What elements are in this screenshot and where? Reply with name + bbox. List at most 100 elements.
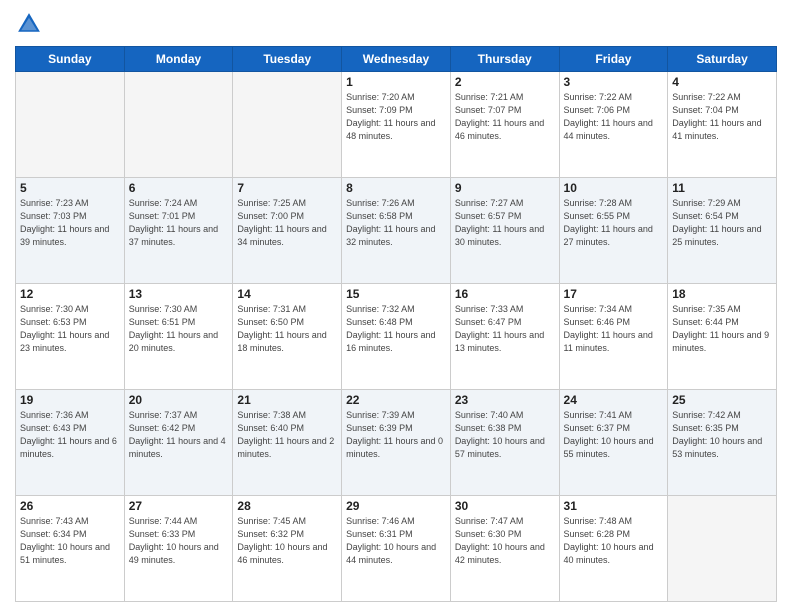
day-info: Sunrise: 7:31 AM Sunset: 6:50 PM Dayligh… <box>237 303 337 355</box>
calendar-header-saturday: Saturday <box>668 47 777 72</box>
calendar-cell: 12 Sunrise: 7:30 AM Sunset: 6:53 PM Dayli… <box>16 284 125 390</box>
page: SundayMondayTuesdayWednesdayThursdayFrid… <box>0 0 792 612</box>
day-number: 25 <box>672 393 772 407</box>
day-number: 8 <box>346 181 446 195</box>
day-info: Sunrise: 7:30 AM Sunset: 6:51 PM Dayligh… <box>129 303 229 355</box>
calendar-cell: 16 Sunrise: 7:33 AM Sunset: 6:47 PM Dayli… <box>450 284 559 390</box>
calendar-cell: 3 Sunrise: 7:22 AM Sunset: 7:06 PM Daylig… <box>559 72 668 178</box>
day-number: 19 <box>20 393 120 407</box>
calendar-cell <box>124 72 233 178</box>
day-number: 5 <box>20 181 120 195</box>
day-number: 2 <box>455 75 555 89</box>
day-info: Sunrise: 7:26 AM Sunset: 6:58 PM Dayligh… <box>346 197 446 249</box>
calendar-cell: 17 Sunrise: 7:34 AM Sunset: 6:46 PM Dayli… <box>559 284 668 390</box>
calendar-cell: 22 Sunrise: 7:39 AM Sunset: 6:39 PM Dayli… <box>342 390 451 496</box>
calendar-cell: 2Sunrise: 7:21 AM Sunset: 7:07 PM Daylig… <box>450 72 559 178</box>
day-info: Sunrise: 7:45 AM Sunset: 6:32 PM Dayligh… <box>237 515 337 567</box>
calendar-cell: 28 Sunrise: 7:45 AM Sunset: 6:32 PM Dayli… <box>233 496 342 602</box>
day-info: Sunrise: 7:40 AM Sunset: 6:38 PM Dayligh… <box>455 409 555 461</box>
calendar-cell: 9 Sunrise: 7:27 AM Sunset: 6:57 PM Daylig… <box>450 178 559 284</box>
day-info: Sunrise: 7:34 AM Sunset: 6:46 PM Dayligh… <box>564 303 664 355</box>
day-number: 26 <box>20 499 120 513</box>
calendar-cell: 24 Sunrise: 7:41 AM Sunset: 6:37 PM Dayli… <box>559 390 668 496</box>
day-number: 24 <box>564 393 664 407</box>
calendar-table: SundayMondayTuesdayWednesdayThursdayFrid… <box>15 46 777 602</box>
day-info: Sunrise: 7:46 AM Sunset: 6:31 PM Dayligh… <box>346 515 446 567</box>
calendar-header-sunday: Sunday <box>16 47 125 72</box>
logo-icon <box>15 10 43 38</box>
day-info: Sunrise: 7:29 AM Sunset: 6:54 PM Dayligh… <box>672 197 772 249</box>
calendar-cell: 30 Sunrise: 7:47 AM Sunset: 6:30 PM Dayli… <box>450 496 559 602</box>
calendar-header-friday: Friday <box>559 47 668 72</box>
header <box>15 10 777 38</box>
calendar-cell: 19Sunrise: 7:36 AM Sunset: 6:43 PM Dayli… <box>16 390 125 496</box>
day-info: Sunrise: 7:41 AM Sunset: 6:37 PM Dayligh… <box>564 409 664 461</box>
day-info: Sunrise: 7:20 AM Sunset: 7:09 PM Dayligh… <box>346 91 446 143</box>
day-number: 16 <box>455 287 555 301</box>
day-info: Sunrise: 7:35 AM Sunset: 6:44 PM Dayligh… <box>672 303 772 355</box>
calendar-cell: 5 Sunrise: 7:23 AM Sunset: 7:03 PM Daylig… <box>16 178 125 284</box>
day-info: Sunrise: 7:48 AM Sunset: 6:28 PM Dayligh… <box>564 515 664 567</box>
calendar-header-thursday: Thursday <box>450 47 559 72</box>
calendar-cell: 10Sunrise: 7:28 AM Sunset: 6:55 PM Dayli… <box>559 178 668 284</box>
day-info: Sunrise: 7:44 AM Sunset: 6:33 PM Dayligh… <box>129 515 229 567</box>
calendar-cell <box>16 72 125 178</box>
calendar-week-2: 5 Sunrise: 7:23 AM Sunset: 7:03 PM Daylig… <box>16 178 777 284</box>
day-info: Sunrise: 7:43 AM Sunset: 6:34 PM Dayligh… <box>20 515 120 567</box>
calendar-cell: 14Sunrise: 7:31 AM Sunset: 6:50 PM Dayli… <box>233 284 342 390</box>
calendar-header-monday: Monday <box>124 47 233 72</box>
day-info: Sunrise: 7:37 AM Sunset: 6:42 PM Dayligh… <box>129 409 229 461</box>
calendar-cell: 23 Sunrise: 7:40 AM Sunset: 6:38 PM Dayli… <box>450 390 559 496</box>
day-number: 20 <box>129 393 229 407</box>
day-info: Sunrise: 7:23 AM Sunset: 7:03 PM Dayligh… <box>20 197 120 249</box>
day-number: 28 <box>237 499 337 513</box>
day-number: 1 <box>346 75 446 89</box>
day-info: Sunrise: 7:32 AM Sunset: 6:48 PM Dayligh… <box>346 303 446 355</box>
day-number: 12 <box>20 287 120 301</box>
calendar-header-tuesday: Tuesday <box>233 47 342 72</box>
day-number: 10 <box>564 181 664 195</box>
day-info: Sunrise: 7:27 AM Sunset: 6:57 PM Dayligh… <box>455 197 555 249</box>
day-number: 11 <box>672 181 772 195</box>
day-number: 17 <box>564 287 664 301</box>
day-number: 23 <box>455 393 555 407</box>
calendar-cell: 29 Sunrise: 7:46 AM Sunset: 6:31 PM Dayli… <box>342 496 451 602</box>
day-number: 27 <box>129 499 229 513</box>
day-info: Sunrise: 7:22 AM Sunset: 7:04 PM Dayligh… <box>672 91 772 143</box>
day-number: 30 <box>455 499 555 513</box>
day-number: 4 <box>672 75 772 89</box>
logo <box>15 10 47 38</box>
calendar-cell: 7 Sunrise: 7:25 AM Sunset: 7:00 PM Daylig… <box>233 178 342 284</box>
day-number: 18 <box>672 287 772 301</box>
day-number: 9 <box>455 181 555 195</box>
calendar-week-3: 12 Sunrise: 7:30 AM Sunset: 6:53 PM Dayli… <box>16 284 777 390</box>
day-info: Sunrise: 7:25 AM Sunset: 7:00 PM Dayligh… <box>237 197 337 249</box>
day-info: Sunrise: 7:30 AM Sunset: 6:53 PM Dayligh… <box>20 303 120 355</box>
calendar-cell: 20 Sunrise: 7:37 AM Sunset: 6:42 PM Dayli… <box>124 390 233 496</box>
day-number: 3 <box>564 75 664 89</box>
calendar-cell <box>233 72 342 178</box>
calendar-cell: 11 Sunrise: 7:29 AM Sunset: 6:54 PM Dayli… <box>668 178 777 284</box>
calendar-cell: 26 Sunrise: 7:43 AM Sunset: 6:34 PM Dayli… <box>16 496 125 602</box>
day-info: Sunrise: 7:42 AM Sunset: 6:35 PM Dayligh… <box>672 409 772 461</box>
day-number: 29 <box>346 499 446 513</box>
day-number: 7 <box>237 181 337 195</box>
day-info: Sunrise: 7:39 AM Sunset: 6:39 PM Dayligh… <box>346 409 446 461</box>
day-number: 22 <box>346 393 446 407</box>
day-info: Sunrise: 7:47 AM Sunset: 6:30 PM Dayligh… <box>455 515 555 567</box>
calendar-cell: 18 Sunrise: 7:35 AM Sunset: 6:44 PM Dayli… <box>668 284 777 390</box>
day-number: 13 <box>129 287 229 301</box>
calendar-cell: 6Sunrise: 7:24 AM Sunset: 7:01 PM Daylig… <box>124 178 233 284</box>
day-info: Sunrise: 7:33 AM Sunset: 6:47 PM Dayligh… <box>455 303 555 355</box>
day-number: 15 <box>346 287 446 301</box>
calendar-header-row: SundayMondayTuesdayWednesdayThursdayFrid… <box>16 47 777 72</box>
calendar-week-1: 1 Sunrise: 7:20 AM Sunset: 7:09 PM Daylig… <box>16 72 777 178</box>
calendar-cell: 27 Sunrise: 7:44 AM Sunset: 6:33 PM Dayli… <box>124 496 233 602</box>
day-info: Sunrise: 7:38 AM Sunset: 6:40 PM Dayligh… <box>237 409 337 461</box>
day-info: Sunrise: 7:22 AM Sunset: 7:06 PM Dayligh… <box>564 91 664 143</box>
calendar-cell: 13 Sunrise: 7:30 AM Sunset: 6:51 PM Dayli… <box>124 284 233 390</box>
day-number: 31 <box>564 499 664 513</box>
calendar-cell: 15 Sunrise: 7:32 AM Sunset: 6:48 PM Dayli… <box>342 284 451 390</box>
calendar-cell: 21Sunrise: 7:38 AM Sunset: 6:40 PM Dayli… <box>233 390 342 496</box>
calendar-week-5: 26 Sunrise: 7:43 AM Sunset: 6:34 PM Dayli… <box>16 496 777 602</box>
